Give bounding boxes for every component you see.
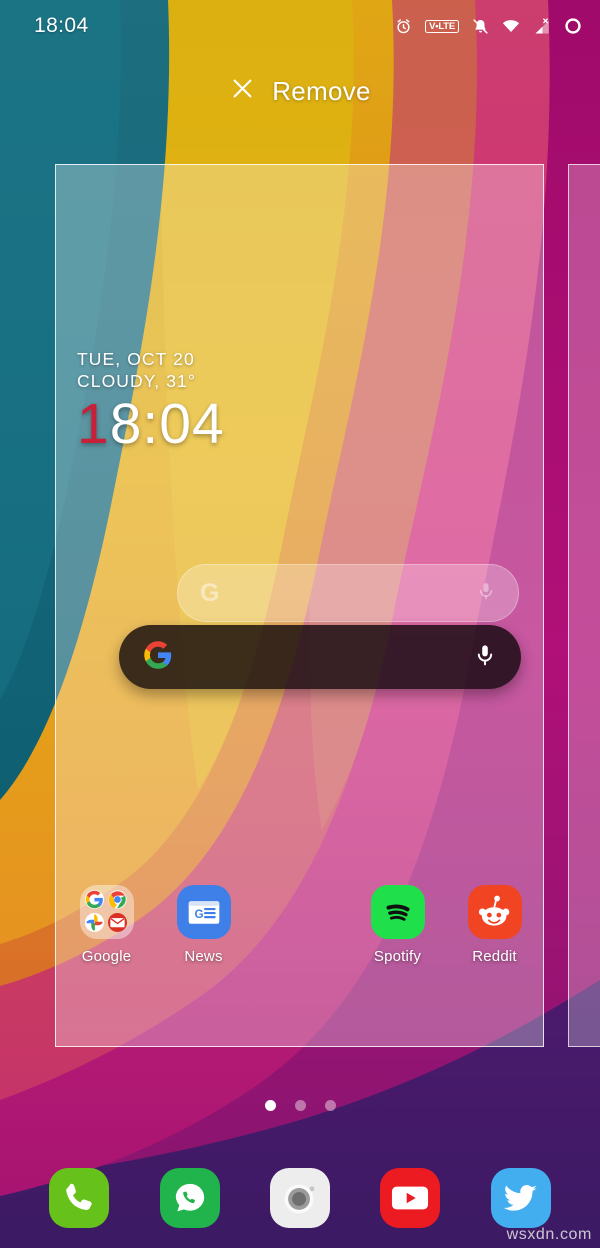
app-grid: Google G News Spotify Reddit	[58, 885, 543, 965]
page-dot-2[interactable]	[294, 1100, 306, 1111]
page-preview-next[interactable]	[568, 164, 600, 1047]
google-g-icon[interactable]	[143, 640, 173, 675]
svg-text:G: G	[194, 908, 203, 921]
app-cell-spotify[interactable]: Spotify	[349, 885, 446, 965]
app-cell-empty	[252, 885, 349, 965]
clock-weather-widget[interactable]: TUE, OCT 20 CLOUDY, 31° 18:04	[77, 348, 225, 453]
alarm-icon	[395, 18, 412, 35]
clock-date: TUE, OCT 20	[77, 349, 195, 369]
phone-icon[interactable]	[49, 1168, 110, 1228]
google-news-icon[interactable]: G	[176, 885, 231, 939]
mini-icon-gmail	[107, 913, 127, 932]
app-label: Google	[81, 948, 132, 965]
volte-icon: V•LTE	[425, 19, 459, 33]
app-cell-google-folder[interactable]: Google	[58, 885, 155, 965]
page-dot-1[interactable]	[264, 1100, 276, 1111]
mini-icon-photos	[84, 913, 104, 932]
app-label: Spotify	[373, 948, 422, 965]
status-icon-group: V•LTE	[395, 17, 582, 35]
microphone-icon[interactable]	[473, 643, 497, 672]
clock-time-red-digit: 1	[77, 392, 110, 456]
close-x-icon[interactable]	[229, 75, 256, 107]
app-cell-reddit[interactable]: Reddit	[446, 885, 543, 965]
watermark: wsxdn.com	[506, 1226, 592, 1243]
twitter-icon[interactable]	[490, 1168, 551, 1228]
remove-label: Remove	[272, 75, 371, 106]
app-label: News	[184, 948, 223, 965]
spotify-icon[interactable]	[370, 885, 425, 939]
google-folder-icon[interactable]	[79, 885, 134, 939]
clock-weather: CLOUDY, 31°	[77, 371, 196, 391]
page-indicator[interactable]	[0, 1100, 600, 1111]
status-bar: 18:04 V•LTE	[0, 0, 600, 52]
app-cell-news[interactable]: G News	[155, 885, 252, 965]
clock-time: 18:04	[77, 395, 225, 453]
wifi-icon	[502, 19, 520, 33]
mini-icon-google	[84, 890, 104, 909]
status-time: 18:04	[34, 14, 89, 37]
camera-icon[interactable]	[269, 1168, 330, 1228]
signal-no-service-icon	[533, 17, 551, 35]
battery-ring-icon	[564, 17, 582, 35]
bell-muted-icon	[472, 18, 489, 35]
google-search-widget[interactable]	[119, 625, 521, 689]
clock-time-rest: 8:04	[109, 392, 225, 456]
mini-icon-chrome	[107, 890, 127, 909]
remove-target[interactable]: Remove	[0, 68, 600, 114]
microphone-icon-ghost	[476, 581, 496, 606]
google-g-icon-ghost: G	[200, 578, 220, 607]
empty-slot	[274, 885, 328, 939]
search-widget-placeholder: G	[177, 564, 519, 622]
whatsapp-icon[interactable]	[159, 1168, 220, 1228]
page-dot-3[interactable]	[324, 1100, 336, 1111]
reddit-icon[interactable]	[467, 885, 522, 939]
youtube-icon[interactable]	[380, 1168, 441, 1228]
app-label: Reddit	[472, 948, 517, 965]
